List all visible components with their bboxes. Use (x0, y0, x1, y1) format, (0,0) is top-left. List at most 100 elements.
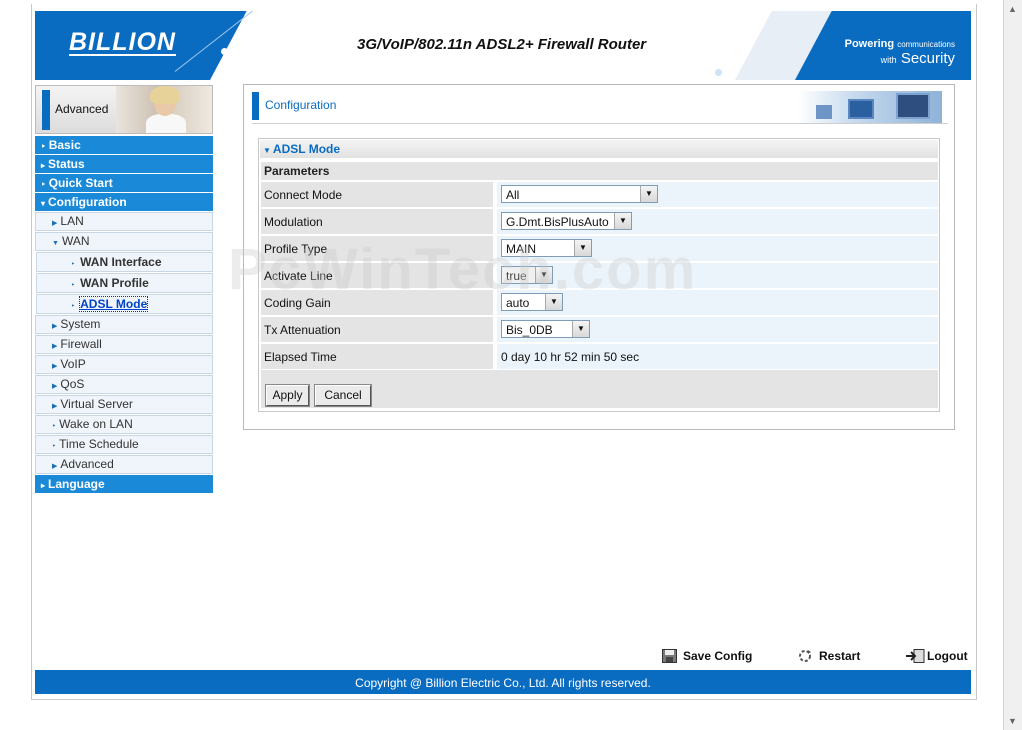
sidebar-item-wake-on-lan[interactable]: ‣ Wake on LAN (35, 415, 213, 434)
logout-button[interactable]: Logout (905, 649, 968, 663)
modulation-select[interactable]: G.Dmt.BisPlusAuto ▼ (501, 212, 632, 230)
bullet-icon: ‣ (71, 282, 76, 289)
row-value-cell: true ▼ (497, 263, 938, 288)
sidebar-item-virtual-server[interactable]: ▶ Virtual Server (35, 395, 213, 414)
chevron-right-icon: ‣ (41, 180, 46, 189)
header-banner: BILLION 3G/VoIP/802.11n ADSL2+ Firewall … (35, 11, 971, 80)
sidebar-item-label: WAN Interface (80, 255, 162, 269)
decor-dot (221, 48, 228, 55)
row-label: Activate Line (264, 269, 333, 283)
sidebar-item-configuration[interactable]: ▾ Configuration (35, 193, 213, 211)
select-value: All (506, 188, 520, 202)
sidebar-item-label: WAN Profile (80, 276, 149, 290)
row-label-cell: Elapsed Time (261, 344, 493, 369)
scroll-down-icon[interactable]: ▼ (1006, 714, 1019, 728)
apply-button[interactable]: Apply (265, 384, 310, 407)
row-label: Profile Type (264, 242, 328, 256)
row-modulation: Modulation G.Dmt.BisPlusAuto ▼ (261, 209, 938, 234)
chevron-right-icon: ▶ (52, 383, 58, 390)
sidebar-item-wan[interactable]: ▼ WAN (35, 232, 213, 251)
chevron-down-icon: ▾ (41, 199, 46, 208)
row-value-cell: auto ▼ (497, 290, 938, 315)
button-bar: Apply Cancel (261, 370, 938, 408)
row-label-cell: Modulation (261, 209, 493, 234)
row-value-cell: All ▼ (497, 182, 938, 207)
scroll-up-icon[interactable]: ▲ (1006, 2, 1019, 16)
sidebar-item-wan-profile[interactable]: ‣ WAN Profile (36, 273, 213, 293)
sidebar-item-qos[interactable]: ▶ QoS (35, 375, 213, 394)
sidebar-item-voip[interactable]: ▶ VoIP (35, 355, 213, 374)
sidebar-item-adsl-mode[interactable]: ‣ ADSL Mode (36, 294, 213, 314)
panel-header[interactable]: ▼ ADSL Mode (260, 140, 938, 159)
router-title: 3G/VoIP/802.11n ADSL2+ Firewall Router (357, 36, 647, 53)
sidebar-item-language[interactable]: ▸ Language (35, 475, 213, 493)
row-label: Modulation (264, 215, 323, 229)
restart-label: Restart (819, 649, 861, 663)
row-activate-line: Activate Line true ▼ (261, 263, 938, 288)
select-value: Bis_0DB (506, 323, 553, 337)
select-value: MAIN (506, 242, 536, 256)
section-accent-bar (252, 92, 259, 120)
chevron-right-icon: ▶ (52, 220, 58, 227)
chevron-right-icon: ▶ (52, 463, 58, 470)
connect-mode-select[interactable]: All ▼ (501, 185, 658, 203)
decor-dot (715, 69, 722, 76)
dropdown-arrow-icon: ▼ (535, 267, 552, 283)
section-title: Configuration (265, 98, 337, 112)
sidebar-item-status[interactable]: ▸ Status (35, 155, 213, 173)
parameters-label: Parameters (264, 164, 330, 178)
dropdown-arrow-icon: ▼ (574, 240, 591, 256)
row-profile-type: Profile Type MAIN ▼ (261, 236, 938, 261)
monitor-shape (816, 105, 832, 119)
panel-title-text: ADSL Mode (272, 142, 341, 156)
row-coding-gain: Coding Gain auto ▼ (261, 290, 938, 315)
sidebar-item-label: VoIP (60, 357, 86, 371)
row-connect-mode: Connect Mode All ▼ (261, 182, 938, 207)
sidebar-item-quick-start[interactable]: ‣ Quick Start (35, 174, 213, 192)
select-value: auto (506, 296, 530, 310)
select-value: true (506, 269, 527, 283)
monitor-shape (848, 99, 874, 119)
sidebar-item-label: WAN (61, 234, 90, 248)
slogan: Powering communications with Security (845, 37, 955, 67)
sidebar-item-time-schedule[interactable]: ‣ Time Schedule (35, 435, 213, 454)
elapsed-time-value: 0 day 10 hr 52 min 50 sec (501, 350, 640, 364)
sidebar-item-basic[interactable]: ‣ Basic (35, 136, 213, 154)
tx-attenuation-select[interactable]: Bis_0DB ▼ (501, 320, 590, 338)
slogan-powering: Powering (844, 38, 895, 50)
sidebar-item-system[interactable]: ▶ System (35, 315, 213, 334)
chevron-down-icon: ▼ (263, 146, 271, 155)
sidebar-item-label: Status (48, 157, 85, 171)
chevron-right-icon: ▸ (41, 161, 46, 170)
sidebar-item-lan[interactable]: ▶ LAN (35, 212, 213, 231)
bullet-icon: ‣ (71, 303, 76, 310)
sidebar-item-label: Time Schedule (59, 437, 139, 451)
row-label: Tx Attenuation (264, 323, 341, 337)
dropdown-arrow-icon: ▼ (572, 321, 589, 337)
activate-line-select[interactable]: true ▼ (501, 266, 553, 284)
save-config-button[interactable]: Save Config (662, 649, 752, 663)
slogan-with: with (880, 55, 897, 65)
sidebar-item-advanced[interactable]: ▶ Advanced (35, 455, 213, 474)
row-value-cell: Bis_0DB ▼ (497, 317, 938, 342)
photo-body (146, 114, 186, 133)
cancel-button[interactable]: Cancel (314, 384, 372, 407)
sidebar-item-firewall[interactable]: ▶ Firewall (35, 335, 213, 354)
copyright-text: Copyright @ Billion Electric Co., Ltd. A… (355, 676, 651, 690)
coding-gain-select[interactable]: auto ▼ (501, 293, 563, 311)
vertical-scrollbar[interactable]: ▲ ▼ (1003, 0, 1022, 730)
row-label-cell: Activate Line (261, 263, 493, 288)
sidebar-item-label: Virtual Server (60, 397, 133, 411)
logout-label: Logout (927, 649, 968, 663)
restart-button[interactable]: Restart (798, 649, 860, 663)
profile-type-select[interactable]: MAIN ▼ (501, 239, 592, 257)
mode-photo (116, 86, 212, 133)
row-label-cell: Profile Type (261, 236, 493, 261)
sidebar-nav: ‣ Basic ▸ Status ‣ Quick Start ▾ Configurati… (35, 136, 213, 494)
sidebar-item-wan-interface[interactable]: ‣ WAN Interface (36, 252, 213, 272)
sidebar-item-label: Quick Start (48, 176, 113, 190)
floppy-disk-icon (662, 649, 677, 663)
sidebar-item-label: Basic (48, 138, 81, 152)
mode-label: Advanced (55, 102, 109, 116)
content-panel: Configuration ▼ ADSL Mode Parameters Conn… (243, 84, 955, 430)
